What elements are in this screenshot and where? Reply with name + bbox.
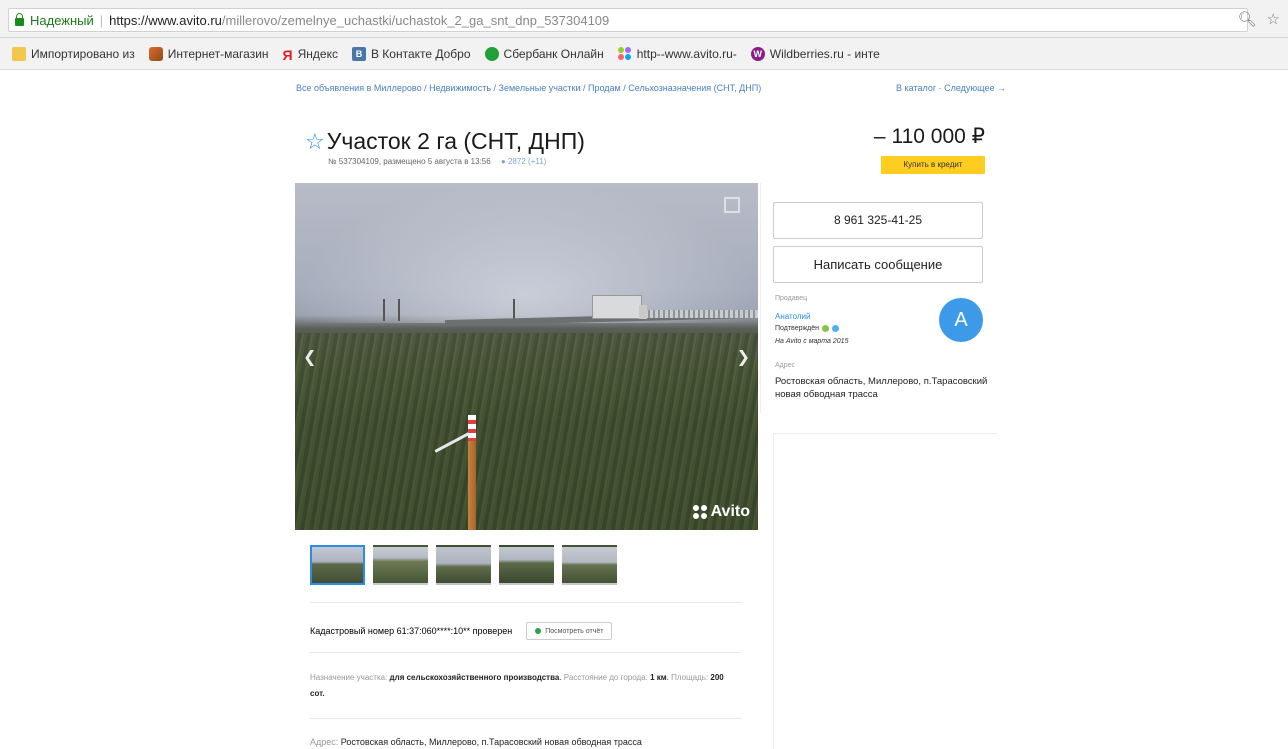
power-pole xyxy=(398,299,400,321)
address-label: Адрес: xyxy=(310,737,339,747)
thumbnail-2[interactable] xyxy=(373,545,428,585)
breadcrumb-nav[interactable]: В каталог · Следующее → xyxy=(896,83,1006,93)
wildberries-icon: W xyxy=(750,46,765,61)
listing-id-date: № 537304109, размещено 5 августа в 13:56 xyxy=(328,157,491,166)
power-pole xyxy=(383,299,385,321)
address-bar: Надежный | https://www.avito.ru/millerov… xyxy=(0,0,1288,38)
seller-since: На Avito с марта 2015 xyxy=(775,338,849,345)
cadastral-text: Кадастровый номер 61:37:060****:10** про… xyxy=(310,626,513,636)
seller-address-label: Адрес xyxy=(775,362,796,369)
bookmark-yandex[interactable]: Я Яндекс xyxy=(282,46,338,63)
check-icon xyxy=(535,628,542,634)
bookmark-label: Wildberries.ru - инте xyxy=(769,46,880,61)
url-separator: | xyxy=(99,12,104,28)
bookmark-label: В Контакте Добро xyxy=(370,46,471,61)
listing-address-row: Адрес: Ростовская область, Миллерово, п.… xyxy=(310,737,642,747)
price: – 110 000 ₽ xyxy=(870,124,985,149)
browser-actions: 🔍︎ ☆ xyxy=(1238,10,1281,28)
area-label: Площадь: xyxy=(671,673,709,682)
stake-marking xyxy=(468,415,476,441)
divider xyxy=(310,602,742,603)
divider xyxy=(310,718,742,719)
bookmark-label: Яндекс xyxy=(297,46,338,61)
thumbnail-1[interactable] xyxy=(310,545,365,585)
avito-icon xyxy=(617,46,632,61)
seller-name[interactable]: Анатолий xyxy=(775,312,810,321)
seller-verified: Подтверждён xyxy=(775,325,840,332)
views-value: 2872 (+11) xyxy=(507,157,547,166)
next-photo-icon[interactable]: ❯ xyxy=(737,347,750,367)
favorite-star-icon[interactable]: ☆ xyxy=(305,130,325,153)
credit-button[interactable]: Купить в кредит xyxy=(881,156,985,174)
distance-value: 1 км xyxy=(650,673,667,682)
listing-params: Назначение участка: для сельскохозяйстве… xyxy=(310,673,724,698)
prev-photo-icon[interactable]: ❮ xyxy=(303,347,316,367)
breadcrumb-path[interactable]: Все объявления в Миллерово / Недвижимост… xyxy=(296,83,761,93)
lock-icon xyxy=(15,12,24,26)
truck xyxy=(592,295,642,319)
bookmark-wildberries[interactable]: W Wildberries.ru - инте xyxy=(750,46,880,61)
report-label: Посмотреть отчёт xyxy=(545,627,604,635)
thumbnail-5[interactable] xyxy=(562,545,617,585)
bookmarks-bar: Импортировано из Интернет-магазин Я Янде… xyxy=(0,38,1288,70)
avatar[interactable]: A xyxy=(939,298,983,342)
verified-label: Подтверждён xyxy=(775,325,820,332)
url-field[interactable]: Надежный | https://www.avito.ru/millerov… xyxy=(8,8,1248,32)
price-prefix: – xyxy=(873,125,886,148)
address-value: Ростовская область, Миллерово, п.Тарасов… xyxy=(340,737,642,747)
listing-title: Участок 2 га (СНТ, ДНП) xyxy=(326,128,585,154)
thumbnail-4[interactable] xyxy=(499,545,554,585)
watermark-text: Avito xyxy=(710,503,750,520)
phone-button[interactable]: 8 961 325-41-25 xyxy=(773,202,983,239)
url-host: https://www.avito.ru xyxy=(109,12,222,28)
verified-email-icon xyxy=(832,325,840,332)
truck-cab xyxy=(639,305,647,319)
listing-photo[interactable]: ❮ ❯ Avito xyxy=(295,183,758,530)
fence xyxy=(635,310,758,318)
seller-address-value: Ростовская область, Миллерово, п.Тарасов… xyxy=(775,376,988,400)
bookmark-label: Интернет-магазин xyxy=(167,46,269,61)
bookmark-label: http--www.avito.ru- xyxy=(636,46,737,61)
bookmark-sberbank[interactable]: Сбербанк Онлайн xyxy=(484,46,604,61)
price-value: 110 000 ₽ xyxy=(891,125,985,148)
bookmark-star-icon[interactable]: ☆ xyxy=(1267,10,1280,28)
fullscreen-icon[interactable] xyxy=(724,197,740,213)
bookmark-label: Сбербанк Онлайн xyxy=(503,46,604,61)
sky xyxy=(295,183,758,323)
field xyxy=(295,333,758,530)
verified-phone-icon xyxy=(822,325,830,332)
seller-role-label: Продавец xyxy=(775,295,808,302)
avito-logo-icon xyxy=(692,505,707,519)
sberbank-icon xyxy=(484,46,499,61)
shop-icon xyxy=(148,46,163,61)
url-path: /millerovo/zemelnye_uchastki/uchastok_2_… xyxy=(221,12,610,28)
bookmark-shop[interactable]: Интернет-магазин xyxy=(148,46,269,61)
views-counter: ● 2872 (+11) xyxy=(500,157,547,166)
bookmark-avito[interactable]: http--www.avito.ru- xyxy=(617,46,737,61)
price-block: – 110 000 ₽ Купить в кредит xyxy=(870,124,985,174)
bookmark-label: Импортировано из xyxy=(31,46,135,61)
bookmark-imported[interactable]: Импортировано из xyxy=(12,46,135,61)
folder-icon xyxy=(12,46,26,61)
thumbnail-strip xyxy=(310,545,617,585)
listing-title-row: ☆ Участок 2 га (СНТ, ДНП) xyxy=(305,128,585,155)
purpose-label: Назначение участка: xyxy=(310,673,388,682)
thumbnail-3[interactable] xyxy=(436,545,491,585)
cadastral-row: Кадастровый номер 61:37:060****:10** про… xyxy=(310,622,613,640)
ad-placeholder xyxy=(773,433,998,749)
secure-label: Надежный xyxy=(30,12,94,28)
write-message-button[interactable]: Написать сообщение xyxy=(773,246,983,283)
view-report-button[interactable]: Посмотреть отчёт xyxy=(526,622,613,640)
purpose-value: для сельскохозяйственного производства xyxy=(389,673,560,682)
breadcrumb: Все объявления в Миллерово / Недвижимост… xyxy=(296,83,1006,93)
avito-watermark: Avito xyxy=(692,503,750,521)
divider xyxy=(310,652,742,653)
vk-icon: В xyxy=(351,46,366,61)
listing-meta: № 537304109, размещено 5 августа в 13:56… xyxy=(328,157,546,166)
yandex-icon: Я xyxy=(282,46,293,63)
distance-label: Расстояние до города: xyxy=(563,673,648,682)
bookmark-vk[interactable]: В В Контакте Добро xyxy=(351,46,471,61)
zoom-icon[interactable]: 🔍︎ xyxy=(1238,10,1257,28)
